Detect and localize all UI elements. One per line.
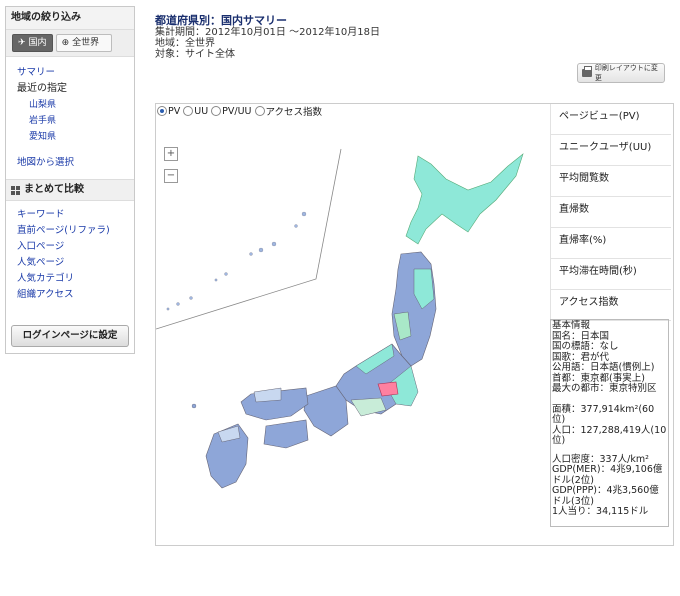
japan-icon: ✈ (18, 38, 26, 48)
recent-label: 最近の指定 (17, 83, 67, 94)
metric-avg-views: 平均閲覧数 (550, 166, 671, 197)
metrics-list: ページビュー(PV) ユニークユーザ(UU) 平均閲覧数 直帰数 直帰率(%) … (550, 104, 671, 321)
tab-worldwide[interactable]: ⊕ 全世界 (55, 34, 112, 52)
metric-uu: ユニークユーザ(UU) (550, 135, 671, 166)
map-region-shimane[interactable] (253, 387, 282, 403)
metric-bounce-rate: 直帰率(%) (550, 228, 671, 259)
okinawa-inset-border (156, 148, 342, 330)
metric-bounces: 直帰数 (550, 197, 671, 228)
period-text: 集計期間：2012年10月01日 ～2012年10月18日 (155, 27, 380, 38)
compare-link-referrer[interactable]: 直前ページ(リファラ) (17, 223, 134, 239)
japan-map (156, 148, 524, 489)
info-line: 面積：377,914km²(60位) (552, 403, 655, 425)
report-meta: 集計期間：2012年10月01日 ～2012年10月18日 地域：全世界 対象：… (155, 27, 380, 60)
grid-icon (11, 185, 20, 195)
region-tabs: ✈ 国内 ⊕ 全世界 (6, 30, 134, 57)
map-select-link[interactable]: 地図から選択 (17, 155, 134, 171)
tab-worldwide-label: 全世界 (72, 38, 100, 48)
print-layout-button[interactable]: 印刷レイアウトに変更 (577, 63, 665, 83)
tab-domestic-label: 国内 (28, 38, 47, 48)
metric-access-index: アクセス指数 (550, 290, 671, 321)
info-line: 基本情報 (552, 320, 591, 331)
compare-link-organization[interactable]: 組織アクセス (17, 287, 134, 303)
target-text: 対象：サイト全体 (155, 49, 235, 60)
compare-link-popular-page[interactable]: 人気ページ (17, 255, 134, 271)
sidebar-heading: 地域の絞り込み (6, 7, 134, 30)
info-line: GDP(PPP)：4兆3,560億ドル(3位) (552, 485, 659, 507)
map-region-hokkaido[interactable] (405, 153, 524, 245)
summary-link[interactable]: サマリー (17, 65, 134, 81)
map-region-tokyo[interactable] (377, 381, 399, 397)
metric-avg-time: 平均滞在時間(秒) (550, 259, 671, 290)
prefecture-link-yamanashi[interactable]: 山梨県 (17, 97, 134, 113)
metric-pv: ページビュー(PV) (550, 104, 671, 135)
map-region-kinki[interactable] (303, 385, 349, 437)
print-layout-label: 印刷レイアウトに変更 (594, 64, 658, 82)
compare-heading-label: まとめて比較 (24, 184, 84, 195)
map-island-tsushima (191, 403, 197, 409)
okinawa-islands (166, 211, 307, 311)
prefecture-link-aichi[interactable]: 愛知県 (17, 129, 134, 145)
printer-icon (582, 66, 592, 77)
country-info-box: 基本情報 国名：日本国 国の標語：なし 国歌：君が代 公用語：日本語(慣例上) … (550, 319, 669, 527)
region-text: 地域：全世界 (155, 38, 215, 49)
info-line: 最大の都市：東京特別区 (552, 383, 657, 394)
info-line: 国の標語：なし (552, 341, 619, 352)
info-line: 人口：127,288,419人(10位) (552, 424, 667, 446)
prefecture-link-iwate[interactable]: 岩手県 (17, 113, 134, 129)
region-filter-sidebar: 地域の絞り込み ✈ 国内 ⊕ 全世界 サマリー 最近の指定 山梨県 岩手県 愛知… (5, 6, 135, 354)
globe-icon: ⊕ (61, 38, 70, 48)
compare-heading: まとめて比較 (6, 179, 134, 201)
set-login-page-button[interactable]: ログインページに設定 (11, 325, 129, 347)
compare-link-keyword[interactable]: キーワード (17, 207, 134, 223)
compare-link-entry[interactable]: 入口ページ (17, 239, 134, 255)
compare-link-popular-category[interactable]: 人気カテゴリ (17, 271, 134, 287)
info-line: 公用語：日本語(慣例上) (552, 362, 655, 373)
info-line: GDP(MER)：4兆9,106億ドル(2位) (552, 464, 663, 486)
tab-domestic[interactable]: ✈ 国内 (12, 34, 53, 52)
map-region-shikoku[interactable] (263, 419, 309, 449)
info-line: 1人当り：34,115ドル (552, 506, 649, 517)
page-title: 都道府県別：国内サマリー (155, 14, 287, 27)
